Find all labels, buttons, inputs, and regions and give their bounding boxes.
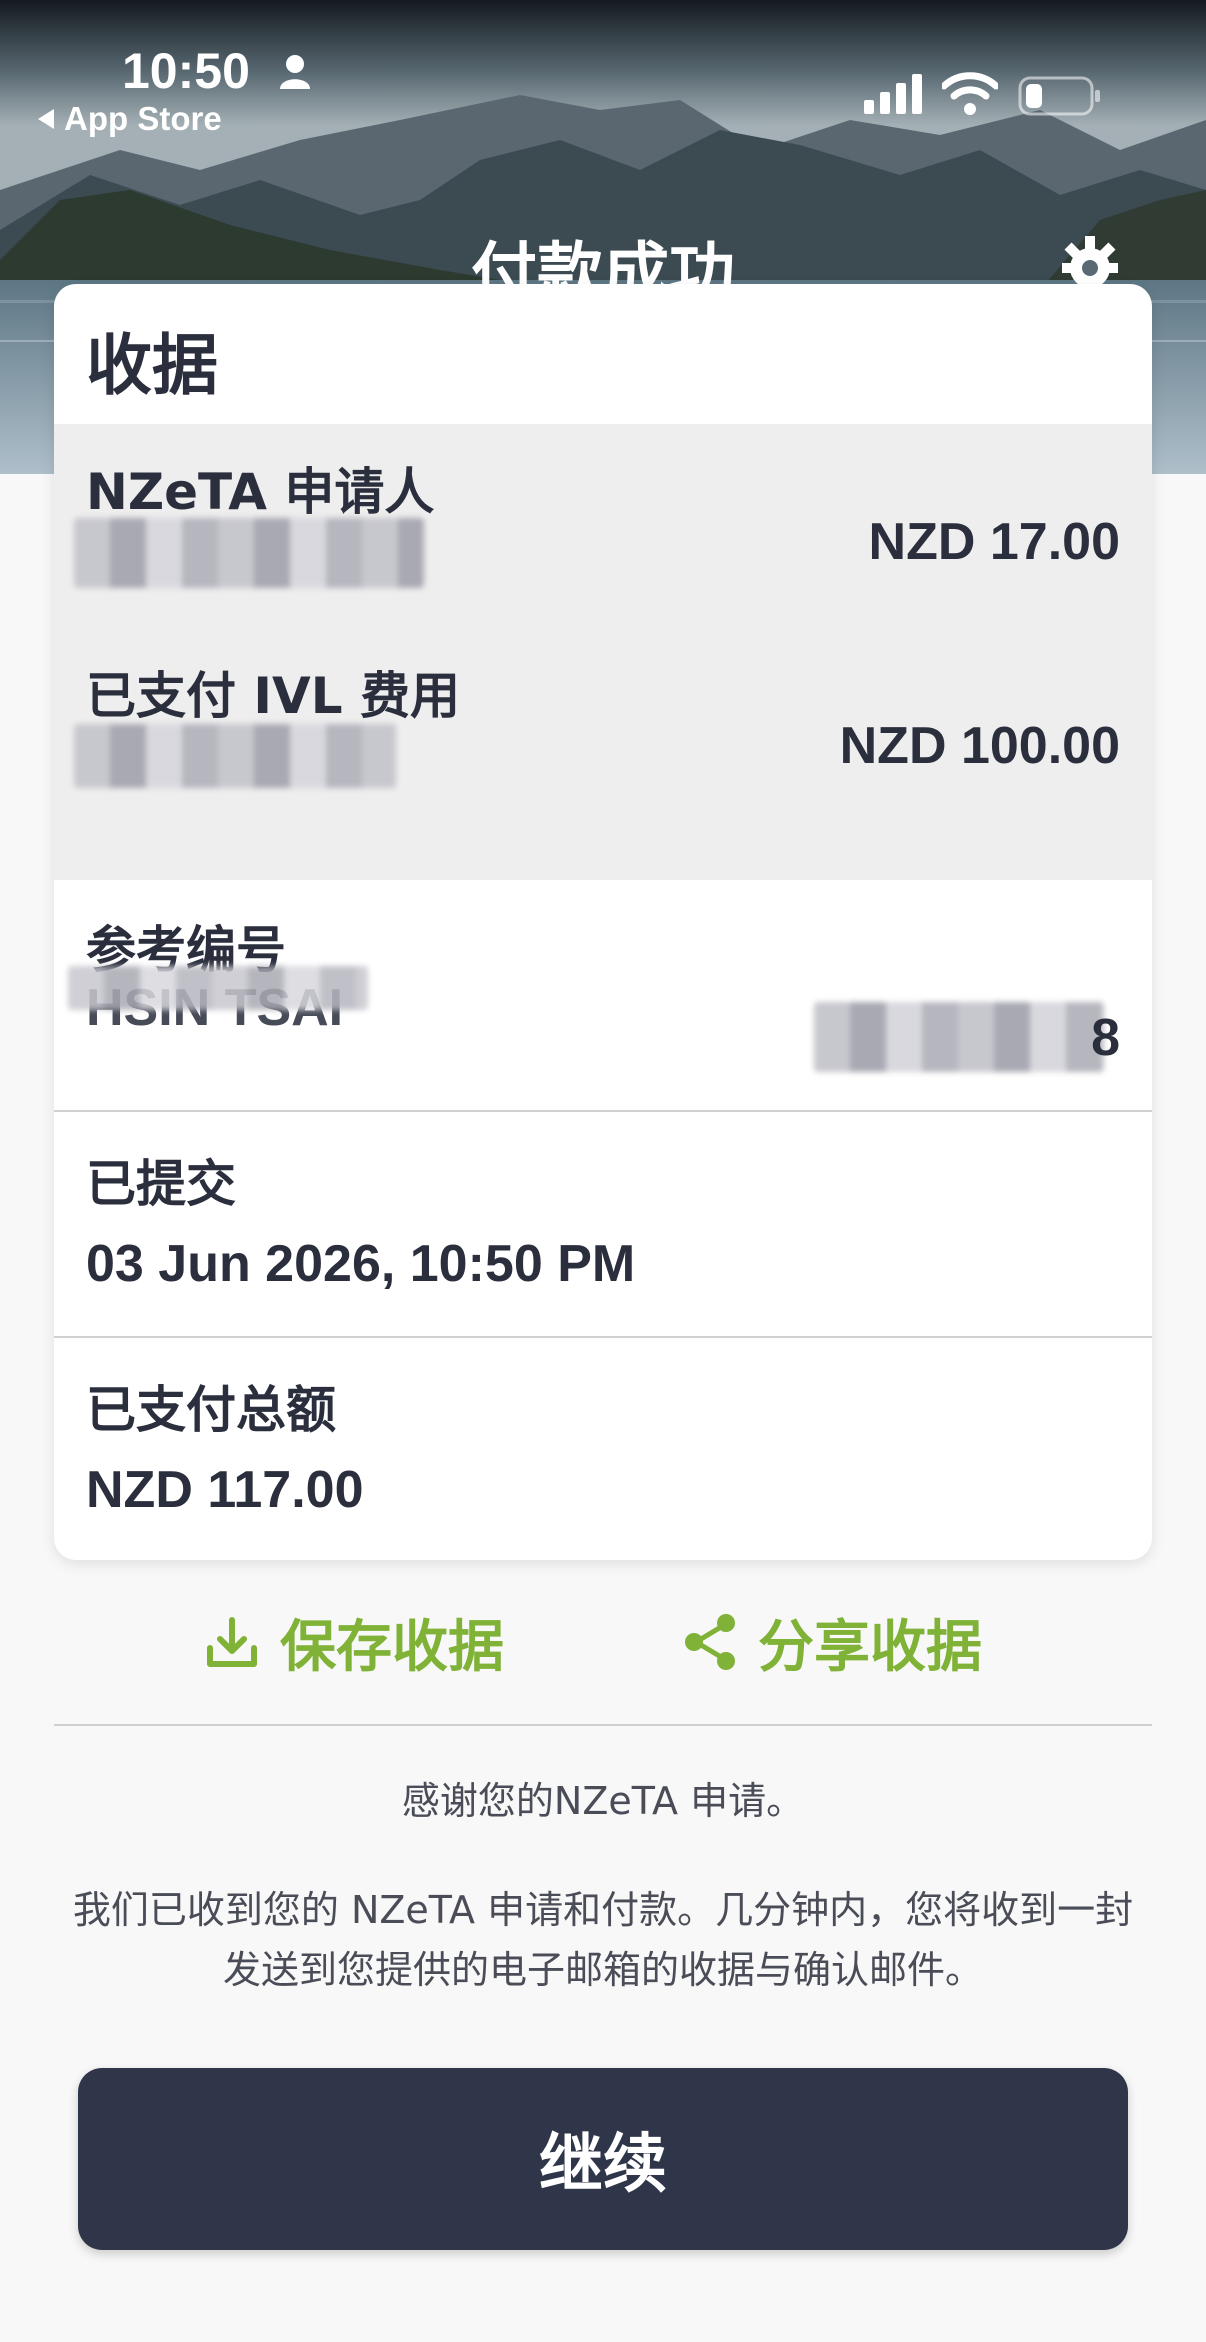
thanks-text: 感谢您的NZeTA 申请。: [401, 1779, 805, 1823]
total-label: 已支付总额: [86, 1381, 336, 1439]
fees-section: NZeTA 申请人 NZD 17.00 已支付 IVL 费用 NZD 100.0…: [54, 424, 1152, 880]
receipt-card: 收据 NZeTA 申请人 NZD 17.00 已支付 IVL 费用 NZD 10…: [54, 284, 1152, 1560]
submitted-label: 已提交: [86, 1155, 236, 1213]
fee-label-applicant: NZeTA 申请人: [86, 463, 435, 521]
total-value: NZD 117.00: [86, 1461, 364, 1519]
download-icon: [207, 1617, 257, 1667]
continue-button[interactable]: 继续: [78, 2068, 1128, 2250]
fee-label-ivl: 已支付 IVL 费用: [86, 667, 460, 725]
redacted-applicant-name: [74, 518, 424, 588]
gear-icon[interactable]: [1058, 236, 1122, 288]
wifi-icon: [940, 72, 1000, 120]
reference-number: 8: [1091, 1009, 1120, 1067]
divider: [54, 1724, 1152, 1726]
share-receipt-label: 分享收据: [758, 1614, 982, 1680]
divider: [54, 1336, 1152, 1338]
continue-label: 继续: [539, 2128, 667, 2202]
back-to-app-store[interactable]: App Store: [38, 100, 222, 138]
divider: [54, 1110, 1152, 1112]
share-icon: [685, 1614, 735, 1670]
receipt-title: 收据: [86, 327, 218, 404]
redacted-reference-name: [68, 966, 368, 1010]
cellular-signal-icon: [864, 74, 924, 118]
status-time: 10:50: [122, 43, 250, 99]
submitted-value: 03 Jun 2026, 10:50 PM: [86, 1235, 636, 1293]
person-icon: [278, 54, 312, 94]
save-receipt-button[interactable]: 保存收据: [204, 1604, 504, 1680]
save-receipt-label: 保存收据: [280, 1614, 504, 1680]
fee-amount-ivl: NZD 100.00: [839, 717, 1120, 775]
redacted-ivl-name: [74, 724, 396, 788]
confirmation-message: 我们已收到您的 NZeTA 申请和付款。几分钟内，您将收到一封发送到您提供的电子…: [72, 1888, 1134, 1992]
fee-amount-applicant: NZD 17.00: [868, 513, 1120, 571]
battery-icon: [1018, 76, 1102, 120]
back-arrow-icon: [38, 109, 54, 129]
share-receipt-button[interactable]: 分享收据: [682, 1604, 982, 1680]
redacted-reference-number: [814, 1002, 1104, 1072]
back-app-label: App Store: [64, 100, 222, 137]
page-title: 付款成功: [471, 235, 735, 286]
